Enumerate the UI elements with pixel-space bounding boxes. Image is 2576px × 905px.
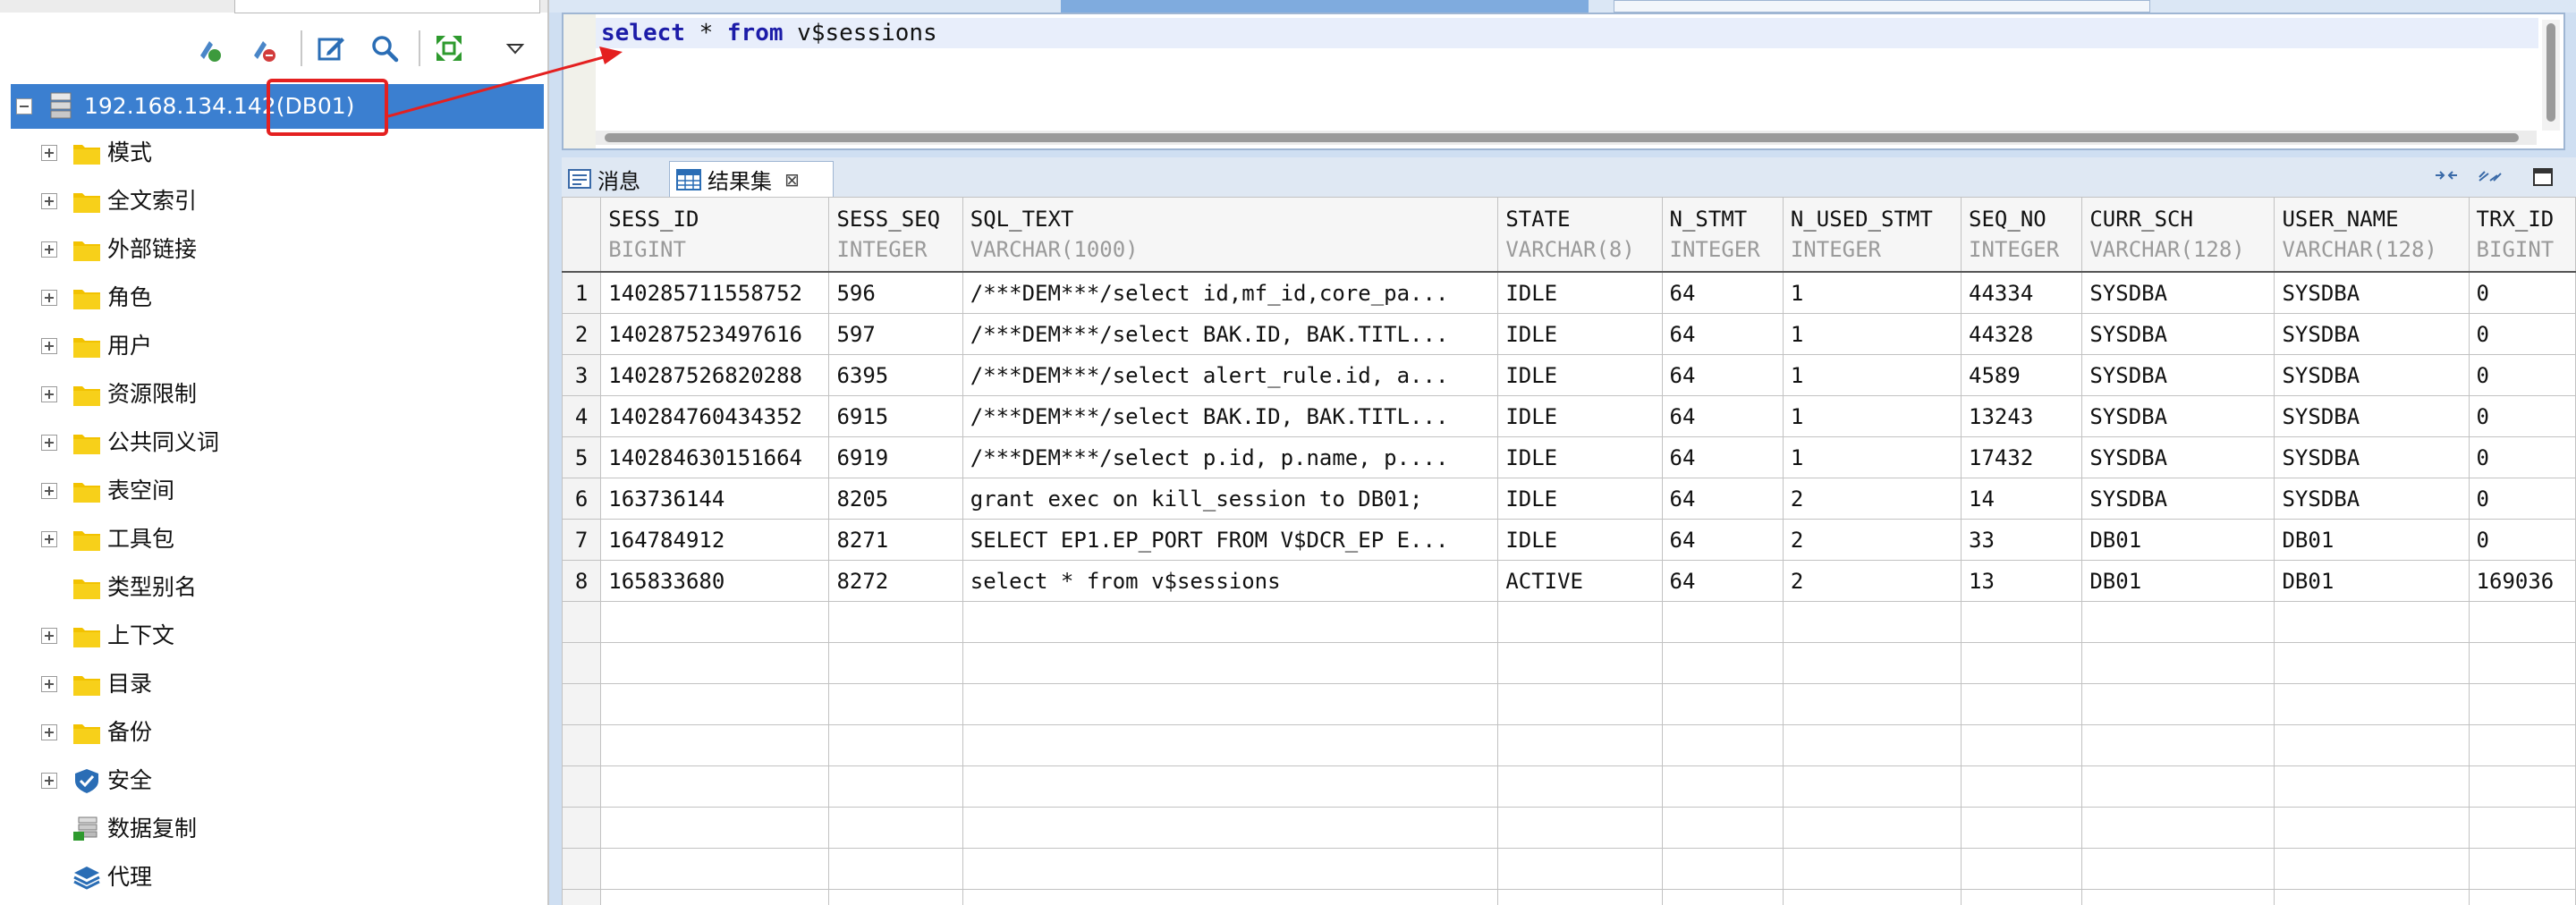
annotation-arrow xyxy=(387,47,623,118)
